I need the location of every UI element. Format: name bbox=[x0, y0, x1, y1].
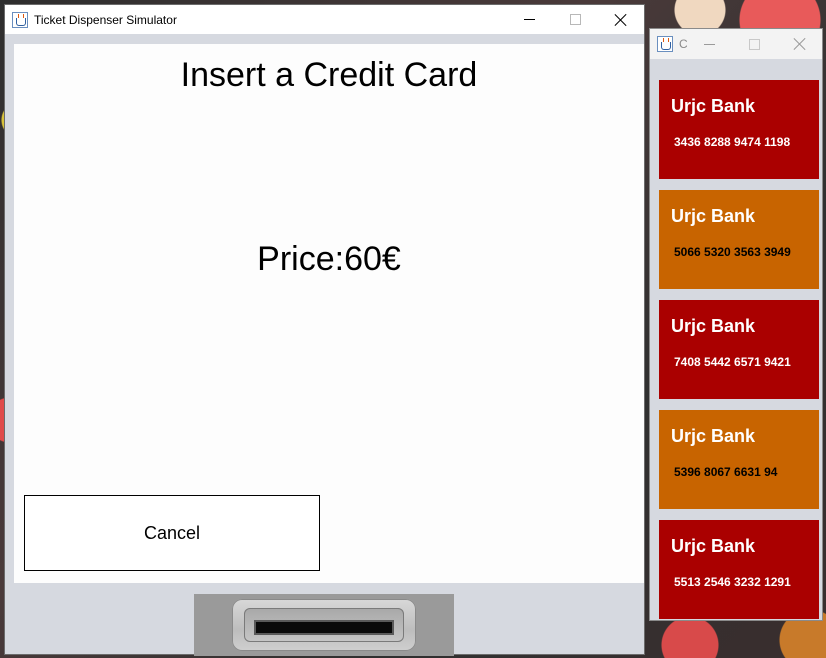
maximize-button[interactable] bbox=[552, 5, 598, 34]
minimize-button[interactable] bbox=[687, 29, 732, 59]
minimize-icon bbox=[704, 43, 715, 45]
card-number: 5513 2546 3232 1291 bbox=[674, 575, 791, 589]
card-number: 7408 5442 6571 9421 bbox=[674, 355, 791, 369]
cards-window-controls bbox=[687, 29, 822, 58]
main-window: Ticket Dispenser Simulator Insert a Cred… bbox=[4, 4, 645, 656]
close-button[interactable] bbox=[777, 29, 822, 59]
card-slot-area bbox=[194, 594, 454, 656]
maximize-icon bbox=[569, 14, 581, 25]
minimize-icon bbox=[523, 19, 535, 20]
card-number: 3436 8288 9474 1198 bbox=[674, 135, 791, 149]
cards-window: C Urjc Bank 3436 8288 9474 1198 Urjc Ban… bbox=[649, 28, 823, 621]
minimize-button[interactable] bbox=[506, 5, 552, 34]
card-number: 5066 5320 3563 3949 bbox=[674, 245, 791, 259]
credit-card[interactable]: Urjc Bank 3436 8288 9474 1198 bbox=[659, 80, 819, 179]
java-coffee-cup-icon bbox=[12, 11, 28, 28]
credit-card[interactable]: Urjc Bank 5513 2546 3232 1291 bbox=[659, 520, 819, 619]
close-button[interactable] bbox=[598, 5, 644, 34]
cancel-button[interactable]: Cancel bbox=[24, 495, 320, 571]
credit-card[interactable]: Urjc Bank 5396 8067 6631 94 bbox=[659, 410, 819, 509]
credit-card[interactable]: Urjc Bank 5066 5320 3563 3949 bbox=[659, 190, 819, 289]
window-controls bbox=[506, 5, 644, 34]
page-title: Insert a Credit Card bbox=[180, 56, 478, 94]
java-coffee-cup-icon bbox=[657, 36, 673, 52]
card-bank-name: Urjc Bank bbox=[671, 426, 756, 446]
card-bank-name: Urjc Bank bbox=[671, 96, 756, 116]
card-reader-bezel bbox=[232, 599, 416, 651]
cards-titlebar[interactable]: C bbox=[650, 29, 822, 59]
card-number: 5396 8067 6631 94 bbox=[674, 465, 778, 479]
close-icon bbox=[615, 14, 627, 26]
price-label: Price:60€ bbox=[257, 240, 401, 278]
main-titlebar[interactable]: Ticket Dispenser Simulator bbox=[5, 5, 644, 34]
window-title: Ticket Dispenser Simulator bbox=[34, 12, 177, 27]
card-bank-name: Urjc Bank bbox=[671, 206, 756, 226]
card-bank-name: Urjc Bank bbox=[671, 316, 756, 336]
content-panel: Insert a Credit Card Price:60€ Cancel bbox=[14, 44, 644, 583]
close-icon bbox=[794, 38, 806, 50]
cards-window-title: C bbox=[679, 37, 687, 51]
credit-card[interactable]: Urjc Bank 7408 5442 6571 9421 bbox=[659, 300, 819, 399]
card-bank-name: Urjc Bank bbox=[671, 536, 756, 556]
card-slot[interactable] bbox=[254, 620, 394, 635]
maximize-button[interactable] bbox=[732, 29, 777, 59]
card-reader-frame bbox=[244, 608, 404, 642]
maximize-icon bbox=[749, 38, 760, 50]
